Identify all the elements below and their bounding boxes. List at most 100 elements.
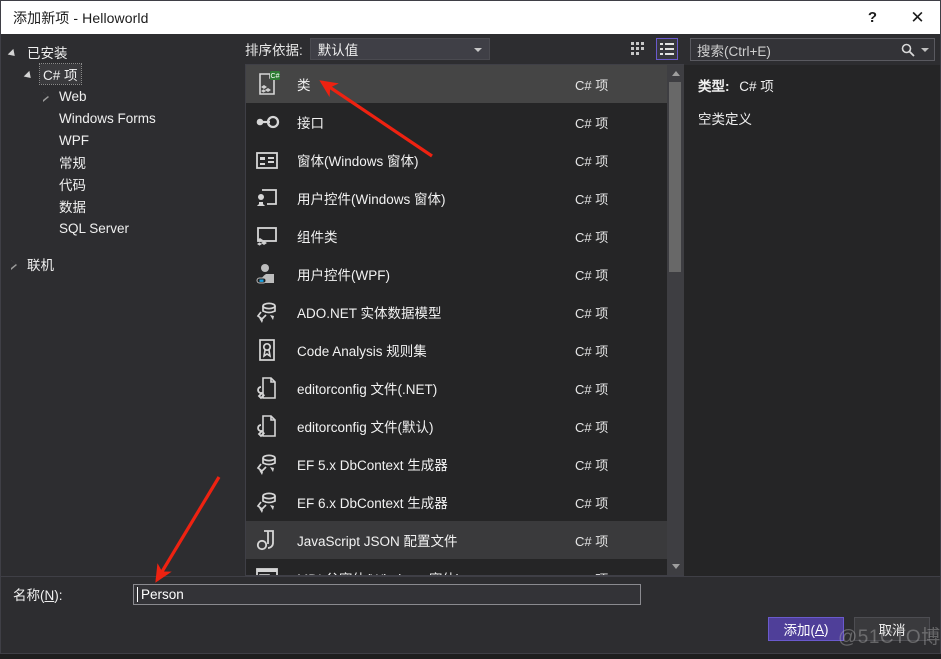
- detail-description: 空类定义: [698, 112, 752, 127]
- class-file-icon: C#: [250, 68, 284, 100]
- list-item-editorconfig-default[interactable]: editorconfig 文件(默认) C# 项: [246, 407, 667, 445]
- detail-type-row: 类型: C# 项: [698, 75, 940, 95]
- list-item-ef6-dbcontext[interactable]: EF 6.x DbContext 生成器 C# 项: [246, 483, 667, 521]
- search-box[interactable]: 搜索(Ctrl+E): [690, 38, 935, 61]
- ef-dbcontext-icon: [250, 486, 284, 518]
- tree-item-windows-forms[interactable]: Windows Forms: [1, 107, 241, 129]
- list-item-component-class[interactable]: 组件类 C# 项: [246, 217, 667, 255]
- scrollbar-thumb[interactable]: [669, 82, 681, 273]
- tree-item-sql-server[interactable]: SQL Server: [1, 217, 241, 239]
- detail-type-value: C# 项: [739, 79, 774, 94]
- list-item-label: 类: [297, 78, 311, 93]
- list-item-label: JavaScript JSON 配置文件: [297, 534, 458, 549]
- tree-item-online[interactable]: 联机: [1, 253, 241, 275]
- list-item-windows-form[interactable]: 窗体(Windows 窗体) C# 项: [246, 141, 667, 179]
- chevron-down-icon[interactable]: [919, 47, 931, 52]
- list-item-label: 组件类: [297, 230, 338, 245]
- list-item-ado-net-entity-model[interactable]: ADO.NET 实体数据模型 C# 项: [246, 293, 667, 331]
- tree-item-wpf[interactable]: WPF: [1, 129, 241, 151]
- svg-text:C#: C#: [271, 73, 280, 80]
- name-row: 名称(N): Person: [1, 577, 940, 611]
- list-item-label: EF 5.x DbContext 生成器: [297, 458, 448, 473]
- editorconfig-file-icon: [250, 372, 284, 404]
- scroll-up-button[interactable]: [667, 65, 684, 82]
- tree-item-csharp-items[interactable]: C# 项: [1, 63, 241, 85]
- list-item-label: editorconfig 文件(默认): [297, 420, 434, 435]
- list-scrollbar[interactable]: [667, 65, 684, 575]
- chevron-right-icon[interactable]: [9, 259, 20, 270]
- grid-view-icon: [631, 42, 644, 55]
- add-new-item-dialog: 添加新项 - Helloworld ? ✕ 已安装 C# 项 Web Windo…: [0, 0, 941, 654]
- component-class-icon: [250, 220, 284, 252]
- tree-item-label: Windows Forms: [59, 110, 156, 126]
- list-item-class[interactable]: C# 类 C# 项: [246, 65, 667, 103]
- list-item-label: 用户控件(WPF): [297, 268, 390, 283]
- scrollbar-track[interactable]: [667, 82, 684, 558]
- search-input[interactable]: 搜索(Ctrl+E): [691, 40, 897, 60]
- list-item-kind: C# 项: [575, 191, 609, 207]
- list-item-editorconfig-net[interactable]: editorconfig 文件(.NET) C# 项: [246, 369, 667, 407]
- list-view-icon: [660, 43, 674, 55]
- list-item-code-analysis-ruleset[interactable]: Code Analysis 规则集 C# 项: [246, 331, 667, 369]
- tree-item-web[interactable]: Web: [1, 85, 241, 107]
- grid-view-button[interactable]: [627, 38, 649, 60]
- list-view-button[interactable]: [656, 38, 678, 60]
- list-item-kind: C# 项: [575, 533, 609, 549]
- list-item-ef5-dbcontext[interactable]: EF 5.x DbContext 生成器 C# 项: [246, 445, 667, 483]
- list-item-kind: C# 项: [575, 457, 609, 473]
- title-bar: 添加新项 - Helloworld ? ✕: [1, 1, 940, 34]
- tree-item-label: 已安装: [27, 46, 68, 61]
- footer-buttons: 添加(A) 取消: [768, 617, 930, 641]
- list-item-label: 窗体(Windows 窗体): [297, 154, 419, 169]
- text-cursor: [137, 586, 138, 602]
- tree-item-label: 联机: [27, 258, 54, 273]
- tree-item-label: 数据: [59, 200, 86, 215]
- list-item-javascript-json-config[interactable]: JavaScript JSON 配置文件 C# 项: [246, 521, 667, 559]
- items-list[interactable]: C# 类 C# 项 接口 C# 项 窗体(Windows 窗体) C# 项 用户…: [246, 65, 667, 575]
- chevron-down-icon[interactable]: [9, 47, 20, 58]
- help-button[interactable]: ?: [850, 2, 895, 34]
- search-icon[interactable]: [897, 43, 919, 57]
- ado-net-entity-model-icon: [250, 296, 284, 328]
- ef-dbcontext-icon: [250, 448, 284, 480]
- list-item-label: MDI 父窗体(Windows 窗体): [284, 568, 575, 575]
- tree-item-data[interactable]: 数据: [1, 195, 241, 217]
- chevron-down-icon[interactable]: [25, 69, 36, 80]
- tree-item-code[interactable]: 代码: [1, 173, 241, 195]
- close-button[interactable]: ✕: [895, 2, 940, 34]
- list-item-kind: C# 项: [575, 305, 609, 321]
- tree-item-label: SQL Server: [59, 220, 130, 236]
- sort-dropdown[interactable]: 默认值: [309, 38, 490, 60]
- name-label: 名称(N):: [13, 588, 63, 603]
- items-list-container: C# 类 C# 项 接口 C# 项 窗体(Windows 窗体) C# 项 用户…: [245, 64, 684, 576]
- item-details: 类型: C# 项 空类定义: [684, 65, 940, 576]
- tree-item-label: C# 项: [39, 63, 82, 85]
- list-item-usercontrol-winforms[interactable]: 用户控件(Windows 窗体) C# 项: [246, 179, 667, 217]
- list-item-kind: C# 项: [575, 77, 609, 93]
- page-title: 添加新项 - Helloworld: [13, 9, 149, 26]
- dialog-footer: 名称(N): Person 添加(A) 取消: [1, 576, 940, 653]
- sort-toolbar: 排序依据: 默认值: [241, 34, 684, 64]
- tree-item-label: 代码: [59, 178, 86, 193]
- ruleset-icon: [250, 334, 284, 366]
- add-button[interactable]: 添加(A): [768, 617, 844, 641]
- list-item-interface[interactable]: 接口 C# 项: [246, 103, 667, 141]
- cancel-button[interactable]: 取消: [854, 617, 930, 641]
- scroll-down-button[interactable]: [667, 558, 684, 575]
- name-input[interactable]: Person: [133, 583, 641, 605]
- tree-item-general[interactable]: 常规: [1, 151, 241, 173]
- winform-icon: [250, 144, 284, 176]
- title-bar-buttons: ? ✕: [850, 1, 940, 34]
- list-item-mdi-parent-form[interactable]: MDI 父窗体(Windows 窗体) C# 项: [246, 559, 667, 575]
- chevron-right-icon[interactable]: [41, 91, 52, 102]
- tree-item-installed[interactable]: 已安装: [1, 41, 241, 63]
- list-item-usercontrol-wpf[interactable]: 用户控件(WPF) C# 项: [246, 255, 667, 293]
- list-item-kind: C# 项: [575, 569, 667, 576]
- json-config-icon: [250, 524, 284, 556]
